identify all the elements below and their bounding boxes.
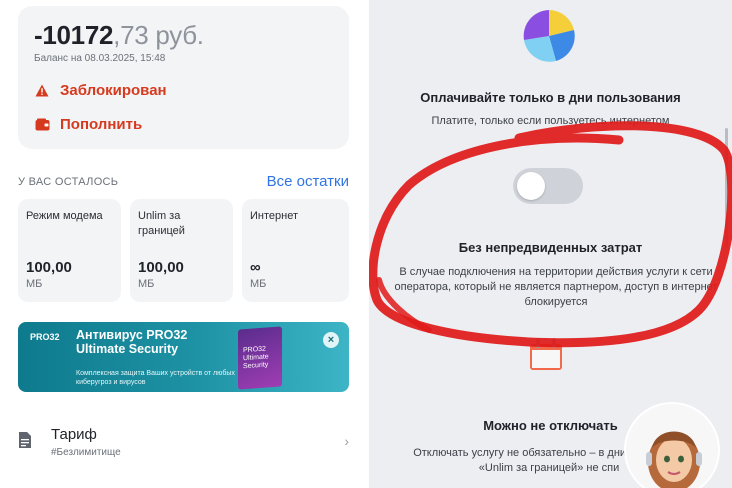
tile-label: Unlim за границей	[138, 210, 185, 237]
assistant-avatar[interactable]	[624, 402, 720, 488]
scrollbar[interactable]	[725, 128, 728, 248]
tile-unit: МБ	[138, 278, 155, 290]
close-icon[interactable]: ×	[323, 332, 339, 348]
tile-unit: МБ	[26, 278, 43, 290]
remaining-tile-modem[interactable]: Режим модема 100,00 МБ	[18, 199, 121, 302]
service-info-panel: Оплачивайте только в дни пользования Пла…	[369, 0, 732, 488]
toggle-knob	[517, 172, 545, 200]
pie-chart-icon	[518, 6, 580, 66]
service-toggle[interactable]	[513, 168, 583, 204]
all-remaining-link[interactable]: Все остатки	[267, 173, 349, 190]
banner-subtitle: Комплексная защита Ваших устройств от лю…	[76, 370, 235, 386]
account-panel: -10172,73 руб. Баланс на 08.03.2025, 15:…	[0, 0, 365, 488]
section-title-no-extra-costs: Без непредвиденных затрат	[458, 240, 643, 255]
topup-button[interactable]: Пополнить	[34, 116, 142, 133]
warning-icon	[34, 83, 50, 99]
chevron-right-icon: ›	[344, 433, 349, 449]
remaining-tile-unlim-abroad[interactable]: Unlim за границей 100,00 МБ	[130, 199, 233, 302]
calendar-icon	[526, 336, 566, 370]
section-title-pay-per-day: Оплачивайте только в дни пользования	[420, 90, 681, 105]
remaining-tile-internet[interactable]: Интернет ∞ МБ	[242, 199, 349, 302]
product-box-image: PRO32 Ultimate Security	[238, 326, 282, 390]
section-text-no-extra-costs: В случае подключения на территории дейст…	[394, 266, 718, 308]
tile-value: ∞	[250, 259, 261, 276]
tariff-name: #Безлимитище	[51, 447, 121, 458]
tile-value: 100,00	[26, 259, 72, 276]
document-icon	[18, 431, 32, 449]
balance-card[interactable]: -10172,73 руб. Баланс на 08.03.2025, 15:…	[18, 6, 349, 149]
section-text-pay-per-day: Платите, только если пользуетесь интерне…	[431, 115, 670, 127]
tile-unit: МБ	[250, 278, 267, 290]
pro32-logo: PRO32	[30, 332, 60, 342]
tariff-row[interactable]: Тариф #Безлимитище ›	[18, 425, 349, 465]
blocked-status-label: Заблокирован	[60, 82, 167, 99]
topup-label: Пополнить	[60, 116, 143, 133]
banner-title: Антивирус PRO32 Ultimate Security	[76, 328, 188, 356]
balance-amount: -10172,73 руб.	[34, 20, 204, 51]
balance-amount-integer: -10172	[34, 20, 114, 50]
wallet-icon	[34, 117, 50, 133]
balance-date: Баланс на 08.03.2025, 15:48	[34, 53, 166, 64]
remaining-header: У ВАС ОСТАЛОСЬ	[18, 176, 119, 188]
balance-amount-decimal: ,73 руб.	[113, 20, 204, 50]
blocked-status[interactable]: Заблокирован	[34, 82, 167, 99]
tile-label: Интернет	[250, 210, 298, 222]
tile-label: Режим модема	[26, 210, 103, 222]
tariff-title: Тариф	[51, 426, 97, 443]
tile-value: 100,00	[138, 259, 184, 276]
product-box-label: PRO32 Ultimate Security	[243, 345, 269, 371]
antivirus-promo-banner[interactable]: PRO32 Антивирус PRO32 Ultimate Security …	[18, 322, 349, 392]
